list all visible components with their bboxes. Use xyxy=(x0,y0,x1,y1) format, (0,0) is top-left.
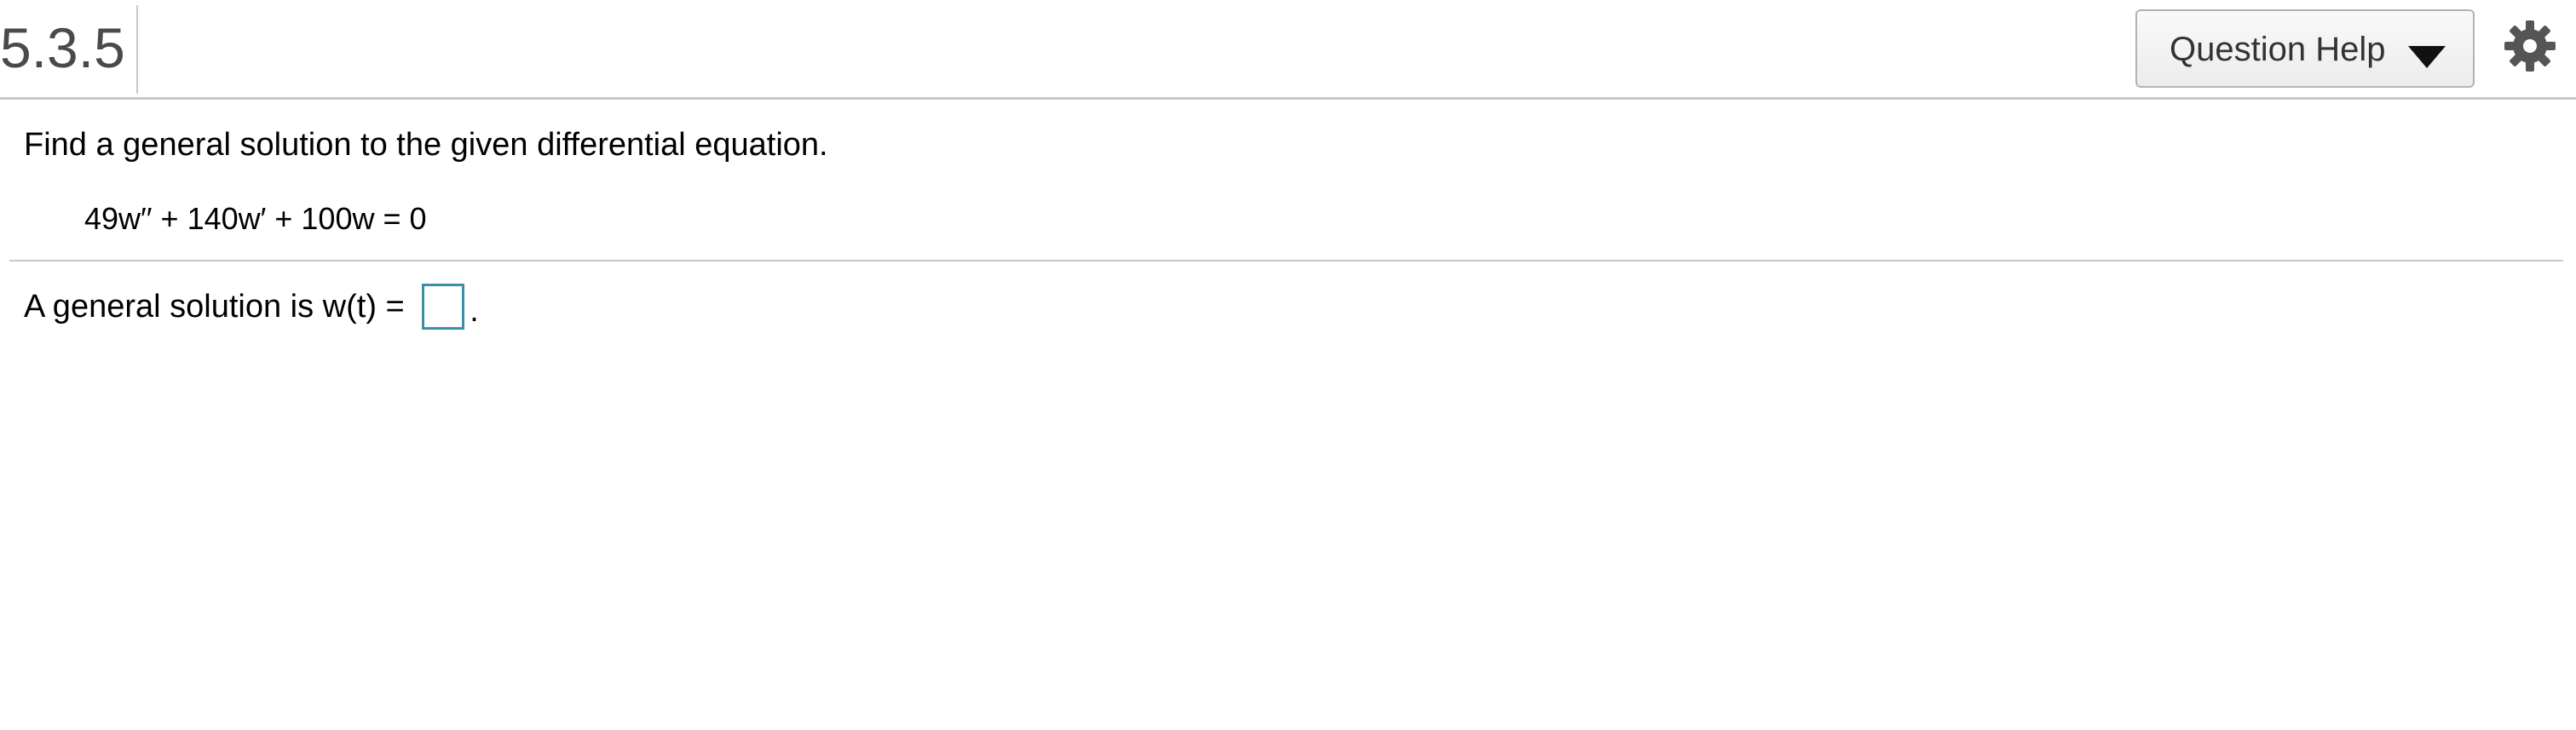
question-header: 5.3.5 Question Help xyxy=(0,0,2576,100)
question-help-label: Question Help xyxy=(2170,31,2386,68)
answer-period: . xyxy=(470,293,479,329)
header-divider xyxy=(136,5,138,94)
question-number: 5.3.5 xyxy=(0,16,125,79)
question-prompt: Find a general solution to the given dif… xyxy=(24,127,828,163)
section-divider xyxy=(9,260,2563,262)
question-help-button[interactable]: Question Help xyxy=(2135,9,2475,88)
answer-label: A general solution is w(t) = xyxy=(24,289,414,325)
caret-down-icon xyxy=(2408,46,2446,68)
answer-input[interactable] xyxy=(422,284,465,330)
differential-equation: 49w′′ + 140w′ + 100w = 0 xyxy=(84,201,427,236)
gear-icon[interactable] xyxy=(2503,19,2557,73)
answer-row: A general solution is w(t) = . xyxy=(24,281,479,332)
